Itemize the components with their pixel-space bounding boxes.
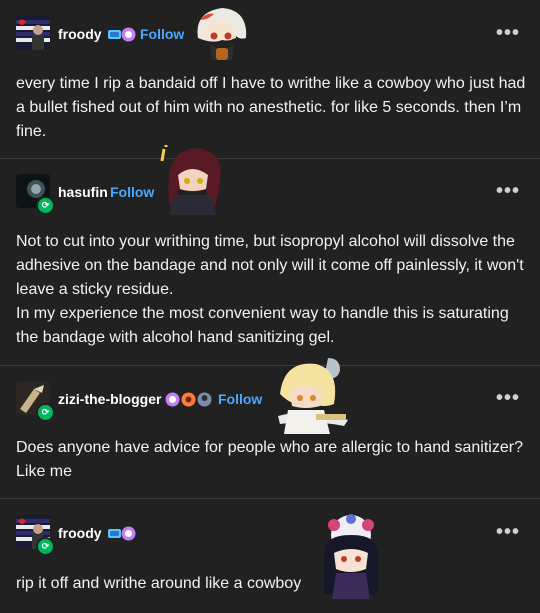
username[interactable]: hasufin xyxy=(58,184,108,200)
more-options-icon[interactable]: ••• xyxy=(496,522,520,542)
sticker-image xyxy=(197,8,247,60)
reblog-icon: ⟳ xyxy=(36,196,55,215)
post-text: In my experience the most convenient way… xyxy=(16,305,509,346)
sticker-image xyxy=(278,358,348,434)
post-3: ⟳ zizi-the-blogger Follow ••• Does anyon… xyxy=(0,358,540,498)
reblog-icon: ⟳ xyxy=(36,403,55,422)
blog-badge-icon xyxy=(165,392,180,407)
avatar-image xyxy=(16,16,50,50)
blog-badge-icon xyxy=(108,30,121,39)
post-text: every time I rip a bandaid off I have to… xyxy=(16,75,526,140)
blog-badge-icon xyxy=(197,392,212,407)
post-body: every time I rip a bandaid off I have to… xyxy=(16,72,526,144)
post-2: ⟳ hasufin Follow ••• Not to cut into you… xyxy=(0,145,540,365)
more-options-icon[interactable]: ••• xyxy=(496,181,520,201)
follow-button[interactable]: Follow xyxy=(140,26,184,42)
follow-button[interactable]: Follow xyxy=(218,391,262,407)
username[interactable]: froody xyxy=(58,26,102,42)
username[interactable]: zizi-the-blogger xyxy=(58,391,161,407)
post-text: Does anyone have advice for people who a… xyxy=(16,439,523,480)
username[interactable]: froody xyxy=(58,525,102,541)
post-1: froody Follow ••• every time I rip a ban… xyxy=(0,0,540,158)
post-4: ⟳ froody ••• rip it off and writhe aroun… xyxy=(0,499,540,613)
more-options-icon[interactable]: ••• xyxy=(496,23,520,43)
post-body: rip it off and writhe around like a cowb… xyxy=(16,572,526,596)
reblog-icon: ⟳ xyxy=(36,537,55,556)
blog-badge-icon xyxy=(181,392,196,407)
post-text: rip it off and writhe around like a cowb… xyxy=(16,575,302,592)
more-options-icon[interactable]: ••• xyxy=(496,388,520,408)
post-text: Not to cut into your writhing time, but … xyxy=(16,233,524,298)
post-body: Not to cut into your writhing time, but … xyxy=(16,230,526,350)
avatar[interactable] xyxy=(16,16,50,50)
post-body: Does anyone have advice for people who a… xyxy=(16,436,526,484)
blog-badge-icon xyxy=(108,529,121,538)
follow-button[interactable]: Follow xyxy=(110,184,154,200)
blog-badge-icon xyxy=(121,526,136,541)
sticker-image xyxy=(160,145,221,215)
blog-badge-icon xyxy=(121,27,136,42)
